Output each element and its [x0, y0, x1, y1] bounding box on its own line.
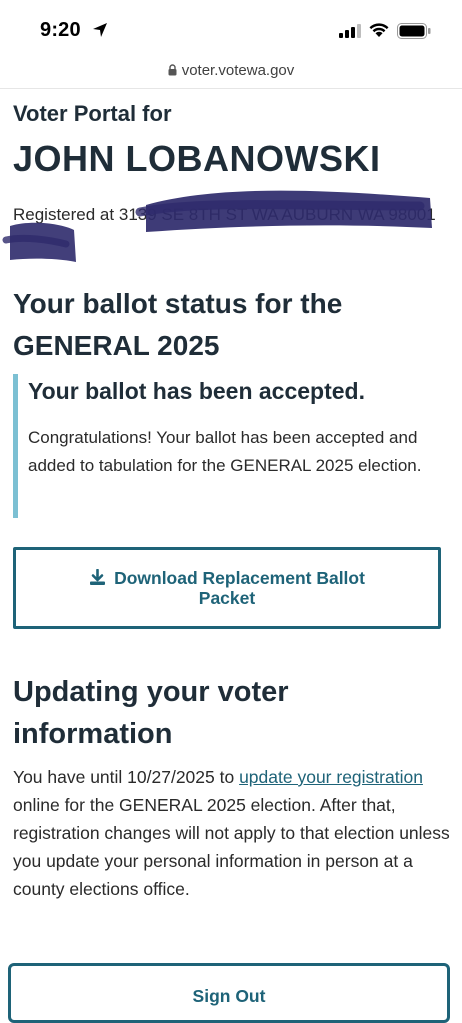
alert-body: Congratulations! Your ballot has been ac… [28, 428, 422, 475]
download-button-label: Download Replacement Ballot Packet [114, 568, 365, 608]
sign-out-label: Sign Out [192, 986, 266, 1006]
lock-icon [168, 64, 177, 76]
update-info-heading: Updating your voter information [13, 676, 289, 750]
registered-address-value: 3139 SE 8TH ST WA AUBURN WA 98001 [118, 205, 436, 224]
update-text-after: online for the GENERAL 2025 election. Af… [13, 795, 450, 899]
status-bar: 9:20 [0, 0, 462, 58]
voter-name: JOHN LOBANOWSKI [13, 138, 381, 179]
wifi-icon [369, 23, 389, 37]
location-arrow-icon [93, 23, 107, 37]
download-replacement-ballot-button[interactable]: Download Replacement Ballot Packet [13, 547, 441, 629]
url-text: voter.votewa.gov [181, 62, 295, 79]
status-time: 9:20 [40, 19, 81, 41]
portal-title: Voter Portal for [13, 101, 172, 126]
ballot-status-alert: Your ballot has been accepted. Congratul… [13, 374, 458, 518]
ballot-status-heading: Your ballot status for the GENERAL 2025 [13, 288, 343, 361]
update-registration-link[interactable]: update your registration [239, 767, 423, 787]
battery-icon [397, 23, 431, 39]
cellular-signal-icon [339, 24, 361, 38]
update-info-text: You have until 10/27/2025 to update your… [13, 763, 453, 903]
alert-title: Your ballot has been accepted. [28, 378, 365, 404]
sign-out-button[interactable]: Sign Out [8, 963, 450, 1023]
update-text-before: You have until 10/27/2025 to [13, 767, 240, 787]
download-icon [90, 569, 106, 585]
registered-address: Registered at 3139 SE 8TH ST WA AUBURN W… [13, 200, 443, 229]
registered-label: Registered at [13, 205, 115, 224]
url-display[interactable]: voter.votewa.gov [0, 62, 462, 79]
browser-url-bar[interactable]: voter.votewa.gov [0, 58, 462, 89]
